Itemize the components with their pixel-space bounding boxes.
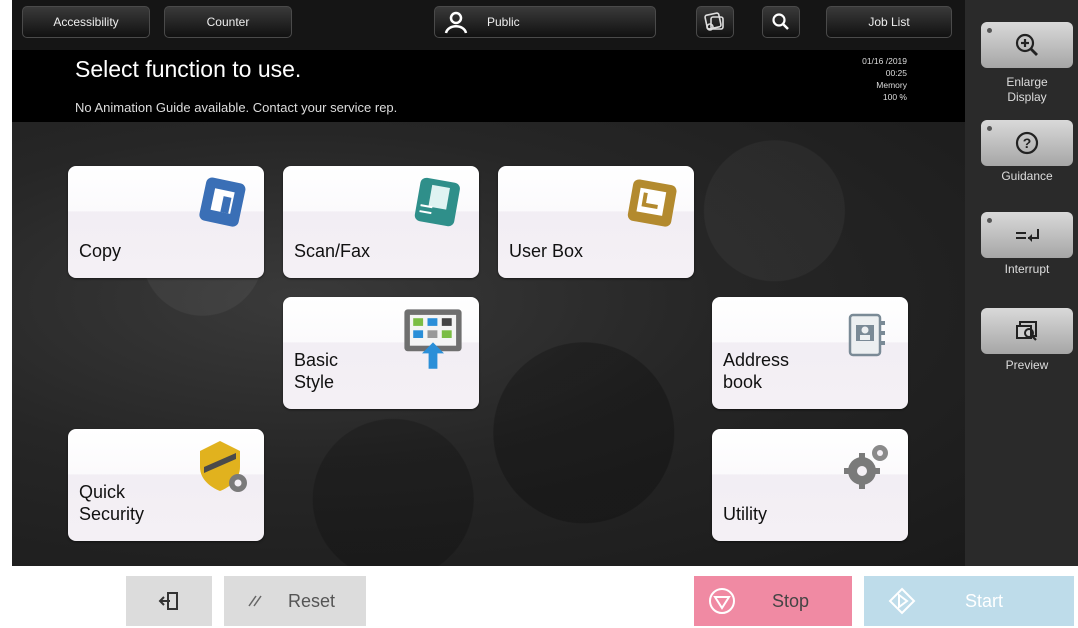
reset-button[interactable]: Reset	[224, 576, 366, 626]
start-button[interactable]: Start	[864, 576, 1074, 626]
memory-value: 100 %	[882, 92, 907, 102]
stop-button[interactable]: Stop	[694, 576, 852, 626]
interrupt-label: Interrupt	[1004, 262, 1050, 276]
tile-scan-fax[interactable]: Scan/Fax	[283, 166, 479, 278]
interrupt-icon	[1016, 229, 1039, 242]
tile-utility[interactable]: Utility	[712, 429, 908, 541]
top-bar: Accessibility Counter Public Job List	[12, 0, 965, 50]
copy-icon	[199, 177, 246, 227]
indicator-dot	[987, 218, 992, 223]
search-button[interactable]	[762, 6, 800, 38]
enlarge-display-button[interactable]	[981, 22, 1073, 68]
tile-quick-security[interactable]: Quick Security	[68, 429, 264, 541]
side-panel: Enlarge Display ? Guidance Interrupt Pre…	[965, 0, 1078, 566]
address-book-icon	[848, 313, 885, 357]
stop-icon	[709, 588, 735, 614]
memory-label: Memory	[876, 80, 907, 90]
user-icon	[444, 11, 468, 34]
help-icon: ?	[1015, 131, 1039, 155]
search-icon	[772, 13, 789, 30]
job-list-button[interactable]: Job List	[826, 6, 952, 38]
tile-address-book[interactable]: Address book	[712, 297, 908, 409]
start-icon	[888, 587, 916, 615]
preview-label: Preview	[1005, 358, 1049, 372]
apps-icon	[704, 12, 724, 31]
bottom-bar: Reset Stop Start	[0, 566, 1078, 628]
preview-button[interactable]	[981, 308, 1073, 354]
logout-icon	[158, 592, 178, 610]
tile-user-box[interactable]: User Box	[498, 166, 694, 278]
guidance-label: Guidance	[1001, 169, 1053, 183]
page-title: Select function to use.	[75, 56, 302, 82]
preview-icon	[1016, 321, 1037, 341]
svg-text:?: ?	[1023, 135, 1032, 151]
accessibility-button[interactable]: Accessibility	[22, 6, 150, 38]
status-message: No Animation Guide available. Contact yo…	[75, 100, 398, 115]
tile-copy[interactable]: Copy	[68, 166, 264, 278]
main-panel: Copy Scan/Fax User Box Basic Style Addre…	[12, 122, 965, 566]
scan-fax-icon	[414, 177, 460, 227]
user-box-icon	[627, 179, 677, 227]
tile-basic-style[interactable]: Basic Style	[283, 297, 479, 409]
quick-security-icon	[200, 441, 247, 492]
interrupt-button[interactable]	[981, 212, 1073, 258]
guidance-button[interactable]: ?	[981, 120, 1073, 166]
indicator-dot	[987, 28, 992, 33]
time-text: 00:25	[885, 68, 907, 78]
status-info: 01/16 /2019 00:25 Memory 100 %	[862, 55, 907, 103]
enlarge-display-label: Enlarge Display	[1006, 75, 1048, 104]
user-button[interactable]: Public	[434, 6, 656, 38]
counter-button[interactable]: Counter	[164, 6, 292, 38]
reset-icon	[248, 595, 262, 607]
date-text: 01/16 /2019	[862, 56, 907, 66]
utility-icon	[844, 445, 888, 489]
logout-button[interactable]	[126, 576, 212, 626]
zoom-in-icon	[1015, 33, 1038, 56]
indicator-dot	[987, 126, 992, 131]
app-switch-button[interactable]	[696, 6, 734, 38]
message-bar: Select function to use. No Animation Gui…	[12, 50, 965, 122]
basic-style-icon	[404, 309, 462, 369]
